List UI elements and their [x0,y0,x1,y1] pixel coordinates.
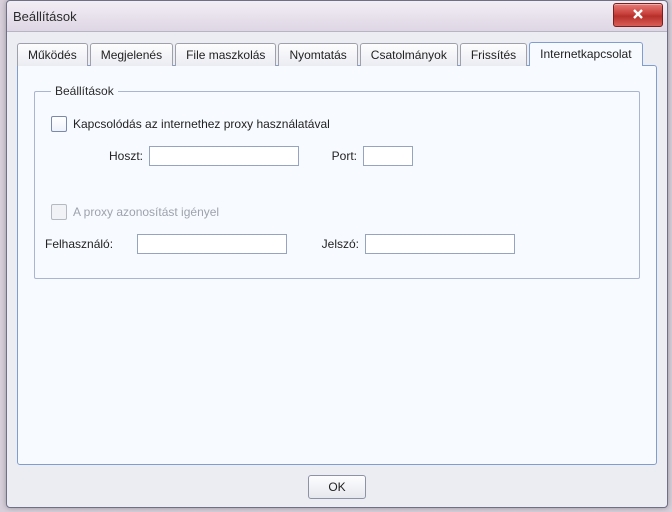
proxy-settings-group: Beállítások Kapcsolódás az internethez p… [34,84,640,279]
proxy-auth-checkbox [51,204,67,220]
tab-internetkapcsolat[interactable]: Internetkapcsolat [529,42,642,66]
port-input[interactable] [363,146,413,166]
auth-row: A proxy azonosítást igényel [51,204,623,220]
client-area: Működés Megjelenés File maszkolás Nyomta… [7,32,667,507]
proxy-auth-label: A proxy azonosítást igényel [73,205,219,219]
tabstrip: Működés Megjelenés File maszkolás Nyomta… [17,42,657,66]
close-icon [631,7,645,24]
tabpage-internetkapcsolat: Beállítások Kapcsolódás az internethez p… [17,65,657,465]
host-port-row: Hoszt: Port: [79,146,623,166]
use-proxy-label: Kapcsolódás az internethez proxy használ… [73,117,330,131]
tab-megjelenes[interactable]: Megjelenés [90,43,173,66]
close-button[interactable] [613,3,663,27]
tab-mukodes[interactable]: Működés [17,43,88,66]
use-proxy-checkbox[interactable] [51,116,67,132]
settings-window: Beállítások Működés Megjelenés File masz… [6,0,668,508]
user-label: Felhasználó: [45,237,131,251]
tab-frissites[interactable]: Frissítés [460,43,527,66]
password-label: Jelszó: [307,237,359,251]
tab-nyomtatas[interactable]: Nyomtatás [278,43,357,66]
host-label: Hoszt: [79,149,143,163]
titlebar: Beállítások [7,1,667,32]
tab-csatolmanyok[interactable]: Csatolmányok [360,43,458,66]
group-legend: Beállítások [51,84,118,98]
password-input[interactable] [365,234,515,254]
user-pass-row: Felhasználó: Jelszó: [51,234,623,254]
ok-button[interactable]: OK [308,475,366,499]
host-input[interactable] [149,146,299,166]
spacer [51,166,623,204]
use-proxy-row: Kapcsolódás az internethez proxy használ… [51,116,623,132]
window-title: Beállítások [13,9,77,24]
button-bar: OK [17,465,657,499]
port-label: Port: [313,149,357,163]
tab-file-maszkolas[interactable]: File maszkolás [175,43,276,66]
user-input[interactable] [137,234,287,254]
